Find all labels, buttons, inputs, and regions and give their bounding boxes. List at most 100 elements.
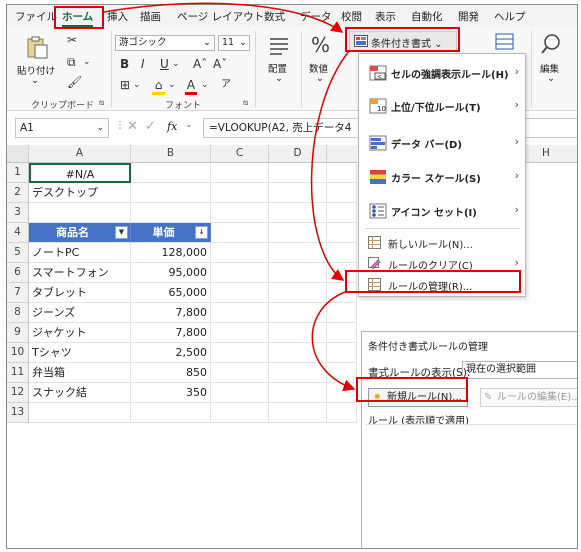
- cell[interactable]: [211, 343, 269, 363]
- table-header-price[interactable]: 単価 ↓: [131, 223, 211, 243]
- alignment-button[interactable]: 配置 ⌄: [263, 35, 295, 85]
- cell[interactable]: [327, 383, 357, 403]
- cell[interactable]: [269, 343, 327, 363]
- sort-descending-icon[interactable]: ↓: [195, 226, 208, 239]
- cell[interactable]: [327, 263, 357, 283]
- insert-cells-icon[interactable]: [495, 33, 515, 51]
- row-header-12[interactable]: 12: [7, 383, 29, 403]
- cell[interactable]: [269, 323, 327, 343]
- cell-b3[interactable]: [131, 203, 211, 223]
- cell[interactable]: [327, 203, 357, 223]
- border-icon[interactable]: ⊞: [120, 78, 130, 92]
- font-name-select[interactable]: 游ゴシック ⌄: [115, 35, 215, 51]
- row-header-8[interactable]: 8: [7, 303, 29, 323]
- tab-file[interactable]: ファイル: [15, 9, 57, 24]
- name-box[interactable]: A1 ⌄: [15, 118, 109, 138]
- cell[interactable]: [327, 343, 357, 363]
- cell[interactable]: [327, 243, 357, 263]
- editing-button[interactable]: 編集 ⌄: [535, 33, 567, 87]
- table-cell-price[interactable]: 128,000: [131, 243, 211, 263]
- filter-dropdown-icon[interactable]: ▼: [115, 226, 128, 239]
- increase-font-icon[interactable]: Aˆ: [193, 57, 207, 71]
- cell[interactable]: [211, 303, 269, 323]
- row-header-10[interactable]: 10: [7, 343, 29, 363]
- menu-item-color-scales[interactable]: カラー スケール(S) ›: [359, 166, 525, 188]
- copy-chevron-icon[interactable]: ⌄: [83, 55, 91, 69]
- cell[interactable]: [269, 403, 327, 423]
- border-chevron-icon[interactable]: ⌄: [133, 78, 141, 92]
- phonetic-icon[interactable]: ア: [221, 78, 231, 92]
- row-header-7[interactable]: 7: [7, 283, 29, 303]
- table-cell-price[interactable]: 2,500: [131, 343, 211, 363]
- cell[interactable]: [211, 263, 269, 283]
- font-color-icon[interactable]: A: [185, 78, 197, 95]
- format-painter-icon[interactable]: 🖌: [67, 75, 82, 89]
- fill-color-chevron-icon[interactable]: ⌄: [168, 78, 176, 92]
- table-cell-price[interactable]: 95,000: [131, 263, 211, 283]
- table-cell-name[interactable]: スマートフォン: [29, 263, 131, 283]
- decrease-font-icon[interactable]: Aˇ: [213, 57, 227, 71]
- cell[interactable]: [269, 163, 327, 183]
- tab-developer[interactable]: 開発: [458, 9, 479, 24]
- cell[interactable]: [211, 203, 269, 223]
- cell[interactable]: [269, 283, 327, 303]
- cell[interactable]: [211, 283, 269, 303]
- menu-item-manage-rules[interactable]: ルールの管理(R)...: [359, 274, 525, 296]
- table-cell-price[interactable]: 7,800: [131, 303, 211, 323]
- row-header-13[interactable]: 13: [7, 403, 29, 423]
- bold-icon[interactable]: B: [120, 57, 129, 71]
- menu-item-top-bottom-rules[interactable]: 10 上位/下位ルール(T) ›: [359, 95, 525, 117]
- cut-icon[interactable]: ✂: [67, 33, 77, 47]
- paste-button[interactable]: 貼り付け ⌄: [17, 35, 55, 86]
- number-button[interactable]: % 数値 ⌄: [305, 33, 335, 85]
- table-cell-price[interactable]: 850: [131, 363, 211, 383]
- cell[interactable]: [269, 203, 327, 223]
- cell[interactable]: [327, 163, 357, 183]
- table-cell-name[interactable]: ジャケット: [29, 323, 131, 343]
- cell[interactable]: [269, 363, 327, 383]
- row-header-11[interactable]: 11: [7, 363, 29, 383]
- cell[interactable]: [211, 243, 269, 263]
- font-size-select[interactable]: 11 ⌄: [218, 35, 250, 51]
- table-cell-name[interactable]: Tシャツ: [29, 343, 131, 363]
- cell[interactable]: [211, 183, 269, 203]
- cell[interactable]: [269, 263, 327, 283]
- cell[interactable]: [269, 243, 327, 263]
- cell[interactable]: [269, 303, 327, 323]
- cell-a3[interactable]: [29, 203, 131, 223]
- tab-automate[interactable]: 自動化: [411, 9, 443, 24]
- column-header-e-partial[interactable]: [327, 145, 357, 163]
- font-launcher-icon[interactable]: ⧅: [243, 98, 248, 108]
- cell[interactable]: [211, 223, 269, 243]
- row-header-3[interactable]: 3: [7, 203, 29, 223]
- underline-icon[interactable]: U: [160, 57, 169, 71]
- menu-item-data-bars[interactable]: データ バー(D) ›: [359, 132, 525, 154]
- edit-rule-button[interactable]: ✎ ルールの編集(E)...: [480, 388, 577, 407]
- cell[interactable]: [327, 303, 357, 323]
- table-cell-price[interactable]: 7,800: [131, 323, 211, 343]
- cell[interactable]: [211, 323, 269, 343]
- table-header-name[interactable]: 商品名 ▼: [29, 223, 131, 243]
- menu-item-clear-rules[interactable]: ルールのクリア(C) ›: [359, 253, 525, 275]
- conditional-formatting-button[interactable]: 条件付き書式 ⌄: [349, 31, 457, 51]
- table-cell-name[interactable]: タブレット: [29, 283, 131, 303]
- cell[interactable]: [327, 403, 357, 423]
- underline-chevron-icon[interactable]: ⌄: [172, 57, 180, 71]
- table-cell-name[interactable]: 弁当箱: [29, 363, 131, 383]
- menu-item-highlight-rules[interactable]: < セルの強調表示ルール(H) ›: [359, 62, 525, 84]
- insert-function-icon[interactable]: fx: [167, 120, 177, 133]
- row-header-5[interactable]: 5: [7, 243, 29, 263]
- table-cell-price[interactable]: 65,000: [131, 283, 211, 303]
- cell[interactable]: [269, 183, 327, 203]
- cell[interactable]: [269, 383, 327, 403]
- cell-b1[interactable]: [131, 163, 211, 183]
- tab-view[interactable]: 表示: [375, 9, 396, 24]
- tab-formulas[interactable]: 数式: [264, 9, 285, 24]
- column-header-b[interactable]: B: [131, 145, 211, 163]
- cell[interactable]: [211, 363, 269, 383]
- menu-item-new-rule[interactable]: 新しいルール(N)...: [359, 232, 525, 254]
- cell[interactable]: [211, 383, 269, 403]
- enter-icon[interactable]: ✓: [145, 119, 156, 134]
- row-header-9[interactable]: 9: [7, 323, 29, 343]
- cell[interactable]: [327, 223, 357, 243]
